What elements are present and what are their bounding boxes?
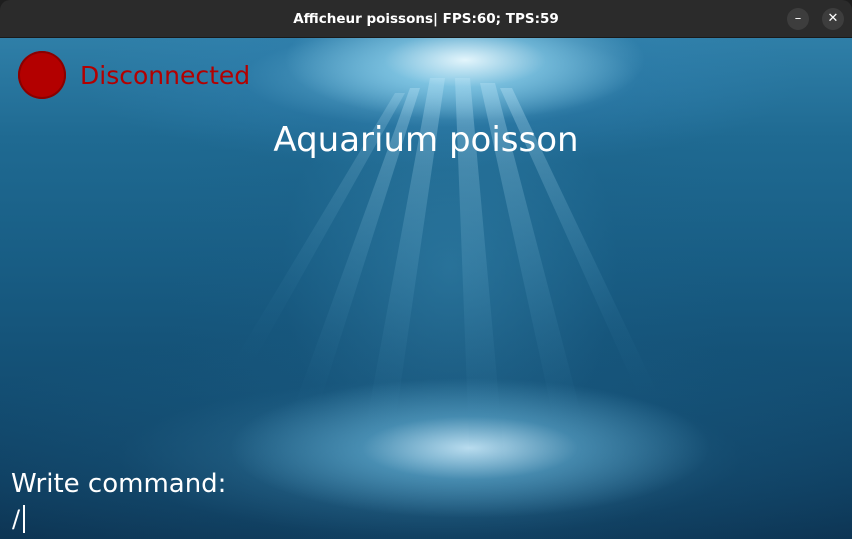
aquarium-view: Disconnected Aquarium poisson Write comm… xyxy=(0,38,852,539)
page-title: Aquarium poisson xyxy=(273,120,579,160)
connection-status-indicator xyxy=(18,51,66,99)
window-title: Afficheur poissons| FPS:60; TPS:59 xyxy=(293,11,559,27)
title-bar[interactable]: Afficheur poissons| FPS:60; TPS:59 – ✕ xyxy=(0,0,852,38)
command-input[interactable] xyxy=(10,502,410,536)
command-label: Write command: xyxy=(11,469,227,499)
app-window: Afficheur poissons| FPS:60; TPS:59 – ✕ D… xyxy=(0,0,852,539)
minimize-button[interactable]: – xyxy=(787,8,809,30)
water-light-rays xyxy=(230,78,660,468)
close-button[interactable]: ✕ xyxy=(822,8,844,30)
connection-status-label: Disconnected xyxy=(80,61,251,90)
